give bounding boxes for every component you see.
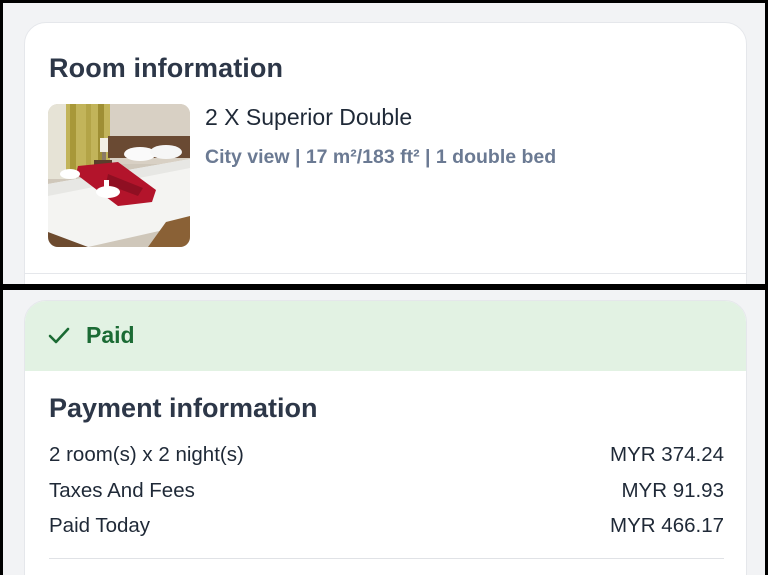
room-information-card: Room information 2 X Superior Double Cit… (24, 22, 747, 284)
payment-row-label: Taxes And Fees (49, 479, 195, 502)
payment-row-taxes-fees: Taxes And Fees MYR 91.93 (49, 479, 724, 505)
room-details: City view | 17 m²/183 ft² | 1 double bed (205, 146, 557, 168)
payment-row-label: 2 room(s) x 2 night(s) (49, 443, 244, 466)
payment-row-value: MYR 374.24 (610, 443, 724, 466)
payment-row-value: MYR 466.17 (610, 514, 724, 537)
room-photo[interactable] (48, 104, 190, 247)
room-information-title: Room information (49, 53, 284, 83)
payment-panel: Paid Payment information 2 room(s) x 2 n… (3, 290, 765, 575)
room-panel: Room information 2 X Superior Double Cit… (3, 3, 765, 284)
payment-row-room-nights: 2 room(s) x 2 night(s) MYR 374.24 (49, 443, 724, 469)
payment-information-title: Payment information (49, 393, 318, 423)
payment-row-value: MYR 91.93 (621, 479, 724, 502)
payment-row-paid-today: Paid Today MYR 466.17 (49, 514, 724, 540)
divider (25, 273, 746, 274)
payment-status-banner: Paid (25, 301, 746, 371)
hotel-room-photo-icon (48, 104, 190, 247)
payment-information-card: Paid Payment information 2 room(s) x 2 n… (24, 300, 747, 575)
payment-status-label: Paid (86, 322, 135, 348)
check-icon (48, 327, 70, 344)
divider (49, 558, 724, 559)
room-name: 2 X Superior Double (205, 104, 413, 130)
payment-row-label: Paid Today (49, 514, 151, 537)
